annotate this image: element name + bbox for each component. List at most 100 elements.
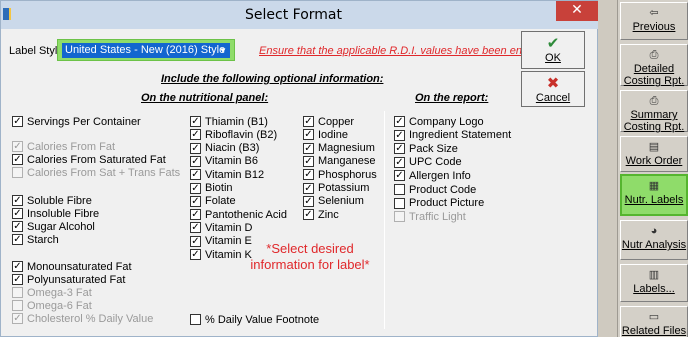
checkbox-phosphorus[interactable]: ✓ Phosphorus xyxy=(303,168,377,181)
checkbox-box[interactable]: ✓ xyxy=(190,249,201,260)
checkbox-box[interactable]: ✓ xyxy=(394,129,405,141)
checkbox-pack-size[interactable]: ✓ Pack Size xyxy=(394,142,458,155)
checkbox-box[interactable]: ✓ xyxy=(394,116,405,127)
checkbox-upc-code[interactable]: ✓ UPC Code xyxy=(394,156,462,169)
checkbox-box[interactable]: ✓ xyxy=(190,222,201,234)
checkbox-box[interactable] xyxy=(12,287,23,298)
label-style-select[interactable]: United States - New (2016) Style ▼ xyxy=(62,43,230,58)
checkbox-box[interactable]: ✓ xyxy=(12,274,23,285)
checkbox-servings-per-container[interactable]: ✓ Servings Per Container xyxy=(12,115,141,128)
checkbox-box[interactable] xyxy=(190,314,201,325)
checkbox-vitamin-k[interactable]: ✓ Vitamin K xyxy=(190,248,252,261)
rdi-warning-link[interactable]: Ensure that the applicable R.D.I. values… xyxy=(259,45,550,57)
toolbar-related-files-button[interactable]: ▭ Related Files xyxy=(620,306,688,337)
checkbox-box[interactable] xyxy=(394,184,405,195)
ok-button[interactable]: ✔ OK xyxy=(521,31,585,69)
checkbox-label: Manganese xyxy=(318,155,376,168)
checkbox-box[interactable] xyxy=(12,167,23,178)
checkbox-box[interactable]: ✓ xyxy=(190,169,201,181)
checkbox-box[interactable]: ✓ xyxy=(190,235,201,247)
checkbox-box[interactable]: ✓ xyxy=(190,129,201,141)
checkbox-box[interactable]: ✓ xyxy=(303,116,314,127)
toolbar-detailed-costing-rpt-button[interactable]: ⎙ Detailed Costing Rpt. xyxy=(620,44,688,87)
checkbox-vitamin-d[interactable]: ✓ Vitamin D xyxy=(190,221,252,234)
checkbox-box[interactable]: ✓ xyxy=(12,195,23,206)
toolbar-previous-button[interactable]: ⇦ Previous xyxy=(620,2,688,40)
checkbox-box[interactable]: ✓ xyxy=(303,195,314,207)
checkbox-box[interactable]: ✓ xyxy=(303,142,314,154)
checkbox-box[interactable] xyxy=(394,197,405,209)
checkbox-box[interactable]: ✓ xyxy=(12,154,23,165)
checkbox-box[interactable] xyxy=(12,300,23,311)
toolbar-work-order-button[interactable]: ▤ Work Order xyxy=(620,136,688,172)
checkbox-riboflavin-b2[interactable]: ✓ Riboflavin (B2) xyxy=(190,128,277,141)
checkbox-box[interactable]: ✓ xyxy=(303,209,314,221)
checkbox-box[interactable]: ✓ xyxy=(303,129,314,141)
checkbox-folate[interactable]: ✓ Folate xyxy=(190,195,236,208)
checkbox-box[interactable]: ✓ xyxy=(394,170,405,182)
checkbox-calories-from-fat[interactable]: ✓ Calories From Fat xyxy=(12,140,115,153)
checkbox-selenium[interactable]: ✓ Selenium xyxy=(303,195,364,208)
chevron-down-icon[interactable]: ▼ xyxy=(217,43,229,58)
toolbar-nutr-labels-button[interactable]: ▦ Nutr. Labels xyxy=(620,174,688,216)
checkbox-manganese[interactable]: ✓ Manganese xyxy=(303,155,376,168)
checkbox-box[interactable] xyxy=(394,211,405,223)
checkbox-box[interactable]: ✓ xyxy=(12,313,23,324)
checkbox-box[interactable]: ✓ xyxy=(394,143,405,155)
checkbox-company-logo[interactable]: ✓ Company Logo xyxy=(394,115,484,128)
checkbox-box[interactable]: ✓ xyxy=(190,116,201,127)
checkbox-box[interactable]: ✓ xyxy=(190,155,201,167)
checkbox-box[interactable]: ✓ xyxy=(12,221,23,232)
footnote-checkbox[interactable]: % Daily Value Footnote xyxy=(190,313,319,326)
cancel-button[interactable]: ✖ Cancel xyxy=(521,71,585,107)
checkbox-label: Folate xyxy=(205,195,236,208)
checkbox-copper[interactable]: ✓ Copper xyxy=(303,115,354,128)
checkbox-product-picture[interactable]: Product Picture xyxy=(394,197,484,210)
checkbox-box[interactable]: ✓ xyxy=(190,142,201,154)
checkbox-box[interactable]: ✓ xyxy=(394,156,405,168)
toolbar-summary-costing-rpt-button[interactable]: ⎙ Summary Costing Rpt. xyxy=(620,90,688,133)
checkbox-starch[interactable]: ✓ Starch xyxy=(12,233,59,246)
checkbox-box[interactable]: ✓ xyxy=(190,209,201,221)
checkbox-box[interactable]: ✓ xyxy=(303,182,314,194)
checkbox-magnesium[interactable]: ✓ Magnesium xyxy=(303,142,375,155)
checkbox-potassium[interactable]: ✓ Potassium xyxy=(303,182,369,195)
checkbox-vitamin-b6[interactable]: ✓ Vitamin B6 xyxy=(190,155,258,168)
checkbox-sugar-alcohol[interactable]: ✓ Sugar Alcohol xyxy=(12,220,95,233)
checkbox-vitamin-e[interactable]: ✓ Vitamin E xyxy=(190,235,252,248)
checkbox-product-code[interactable]: Product Code xyxy=(394,183,476,196)
checkbox-calories-from-sat-trans-fats[interactable]: Calories From Sat + Trans Fats xyxy=(12,166,180,179)
checkbox-calories-from-saturated-fat[interactable]: ✓ Calories From Saturated Fat xyxy=(12,153,166,166)
checkbox-cholesterol-daily-value[interactable]: ✓ Cholesterol % Daily Value xyxy=(12,312,153,325)
checkbox-niacin-b3[interactable]: ✓ Niacin (B3) xyxy=(190,142,259,155)
checkbox-insoluble-fibre[interactable]: ✓ Insoluble Fibre xyxy=(12,207,99,220)
checkbox-vitamin-b12[interactable]: ✓ Vitamin B12 xyxy=(190,168,264,181)
checkbox-label: Insoluble Fibre xyxy=(27,207,100,220)
checkbox-label: Calories From Sat + Trans Fats xyxy=(27,166,181,179)
checkbox-omega-3-fat[interactable]: Omega-3 Fat xyxy=(12,286,92,299)
checkbox-box[interactable]: ✓ xyxy=(12,234,23,245)
checkbox-box[interactable]: ✓ xyxy=(12,208,23,219)
checkbox-box[interactable]: ✓ xyxy=(12,141,23,152)
checkbox-monounsaturated-fat[interactable]: ✓ Monounsaturated Fat xyxy=(12,260,132,273)
checkbox-zinc[interactable]: ✓ Zinc xyxy=(303,208,339,221)
checkbox-box[interactable]: ✓ xyxy=(12,116,23,127)
checkbox-soluble-fibre[interactable]: ✓ Soluble Fibre xyxy=(12,194,92,207)
checkbox-box[interactable]: ✓ xyxy=(190,195,201,207)
checkbox-iodine[interactable]: ✓ Iodine xyxy=(303,128,348,141)
toolbar-labels-button[interactable]: ▥ Labels... xyxy=(620,264,688,302)
checkbox-biotin[interactable]: ✓ Biotin xyxy=(190,182,233,195)
checkbox-pantothenic-acid[interactable]: ✓ Pantothenic Acid xyxy=(190,208,287,221)
checkbox-ingredient-statement[interactable]: ✓ Ingredient Statement xyxy=(394,129,511,142)
checkbox-box[interactable]: ✓ xyxy=(303,155,314,167)
checkbox-allergen-info[interactable]: ✓ Allergen Info xyxy=(394,169,471,182)
checkbox-box[interactable]: ✓ xyxy=(12,261,23,272)
checkbox-box[interactable]: ✓ xyxy=(190,182,201,194)
toolbar-nutr-analysis-button[interactable]: ◕ Nutr Analysis xyxy=(620,220,688,260)
checkbox-thiamin-b1[interactable]: ✓ Thiamin (B1) xyxy=(190,115,268,128)
close-button[interactable]: ✕ xyxy=(556,1,598,21)
checkbox-polyunsaturated-fat[interactable]: ✓ Polyunsaturated Fat xyxy=(12,273,125,286)
checkbox-traffic-light[interactable]: Traffic Light xyxy=(394,210,466,223)
checkbox-omega-6-fat[interactable]: Omega-6 Fat xyxy=(12,299,92,312)
checkbox-box[interactable]: ✓ xyxy=(303,169,314,181)
